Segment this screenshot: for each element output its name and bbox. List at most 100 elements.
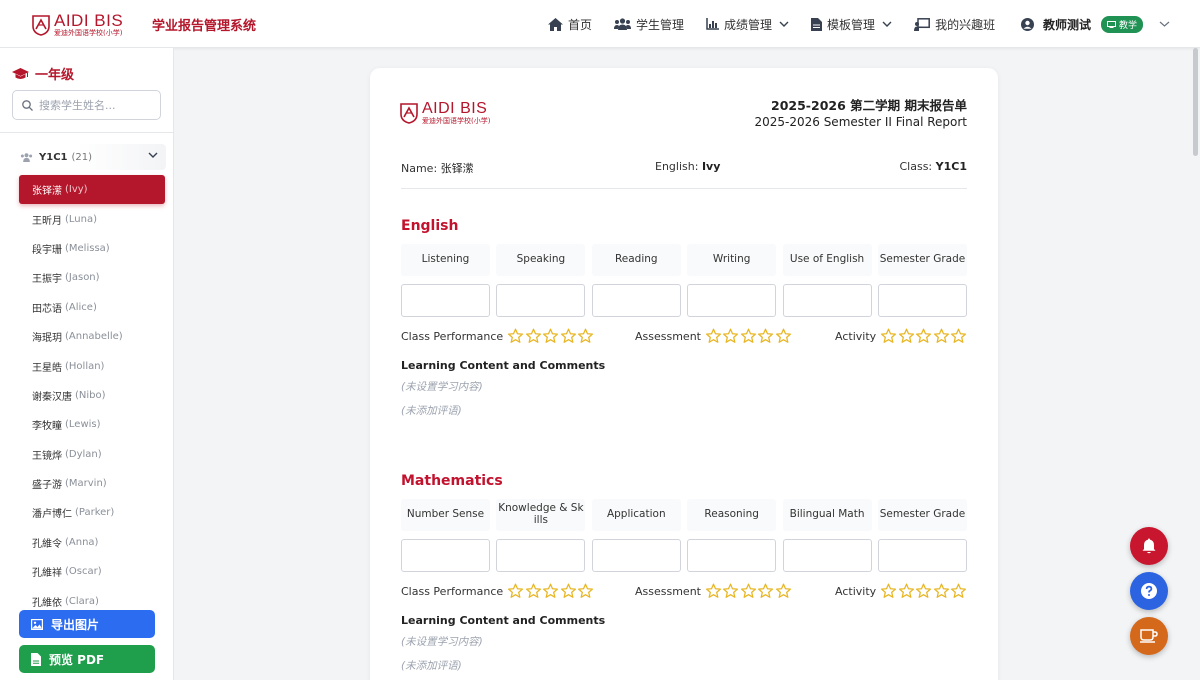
chart-icon [706, 18, 720, 30]
skill-score-box[interactable] [401, 284, 490, 317]
user-menu[interactable]: 教师测试 教学 [1021, 0, 1170, 48]
star-rating [705, 583, 793, 599]
student-sidebar: 一年级 Y1C1 (21) 张铎潆(Ivy)王昕月(Luna)段宇珊(Melis… [0, 48, 174, 680]
skill-score-box[interactable] [496, 284, 586, 317]
student-item[interactable]: 谢秦汉唐 (Nibo) [19, 381, 165, 410]
star-icon[interactable] [507, 583, 525, 599]
skill-score-box[interactable] [877, 284, 967, 317]
student-item[interactable]: 王镜烨 (Dylan) [19, 440, 165, 469]
star-icon[interactable] [915, 328, 933, 344]
student-item[interactable]: 田芯语 (Alice) [19, 293, 165, 322]
star-icon[interactable] [542, 328, 560, 344]
skill-score-box[interactable] [687, 539, 777, 572]
student-en-name: (Oscar) [65, 566, 102, 578]
star-icon[interactable] [915, 583, 933, 599]
student-item[interactable]: 段宇珊 (Melissa) [19, 234, 165, 263]
star-icon[interactable] [705, 328, 723, 344]
chalkboard-icon [914, 17, 931, 31]
star-icon[interactable] [775, 583, 793, 599]
skill-score-row [401, 539, 967, 572]
nav-scores[interactable]: 成绩管理 [706, 16, 789, 33]
class-name: Y1C1 [39, 151, 68, 163]
star-icon[interactable] [560, 328, 578, 344]
star-icon[interactable] [740, 328, 758, 344]
skill-score-box[interactable] [401, 539, 490, 572]
star-icon[interactable] [880, 583, 898, 599]
skill-score-box[interactable] [782, 284, 872, 317]
skill-header: Semester Grade [877, 499, 967, 531]
star-icon[interactable] [507, 328, 525, 344]
star-icon[interactable] [525, 583, 543, 599]
student-item[interactable]: 王振宇 (Jason) [19, 263, 165, 292]
chevron-down-icon [148, 152, 158, 158]
help-button[interactable] [1130, 572, 1168, 610]
student-list: 张铎潆 (Ivy) 王昕月 (Luna) 段宇珊 (Melissa) 王振宇 (Jason) 田… [19, 175, 165, 616]
student-search-input[interactable] [39, 98, 149, 112]
preview-pdf-button[interactable]: 预览 PDF [19, 645, 155, 673]
student-item[interactable]: 李牧瞳 (Lewis) [19, 410, 165, 439]
star-icon[interactable] [880, 328, 898, 344]
skill-score-box[interactable] [877, 539, 967, 572]
student-item[interactable]: 王昕月 (Luna) [19, 204, 165, 233]
skill-score-box[interactable] [591, 284, 681, 317]
student-en-name: (Melissa) [65, 242, 110, 254]
english-value: Ivy [701, 160, 721, 173]
student-en-name: (Annabelle) [65, 331, 123, 343]
student-item[interactable]: 海珉玥 (Annabelle) [19, 322, 165, 351]
rating-group: Activity [835, 328, 968, 344]
star-icon[interactable] [757, 328, 775, 344]
notifications-button[interactable] [1130, 527, 1168, 565]
comments-title: Learning Content and Comments [401, 359, 606, 372]
star-icon[interactable] [525, 328, 543, 344]
bell-icon [1142, 538, 1156, 554]
logo-subtitle: 爱迪外国语学校(小学) [54, 29, 123, 37]
star-icon[interactable] [542, 583, 560, 599]
report-title-en: 2025-2026 Semester II Final Report [754, 115, 967, 129]
star-icon[interactable] [705, 583, 723, 599]
star-icon[interactable] [722, 583, 740, 599]
star-icon[interactable] [757, 583, 775, 599]
skill-header: Writing [687, 244, 777, 276]
star-icon[interactable] [950, 328, 968, 344]
star-icon[interactable] [775, 328, 793, 344]
nav-home[interactable]: 首页 [548, 16, 592, 33]
school-logo[interactable]: AIDI BIS 爱迪外国语学校(小学) [32, 12, 123, 37]
star-icon[interactable] [577, 328, 595, 344]
star-icon[interactable] [898, 328, 916, 344]
report-logo: AIDI BIS 爱迪外国语学校(小学) [400, 101, 490, 125]
student-item[interactable]: 孔維令 (Anna) [19, 528, 165, 557]
coffee-button[interactable] [1130, 617, 1168, 655]
student-search-box[interactable] [12, 90, 161, 120]
skill-header: Application [591, 499, 681, 531]
skill-score-box[interactable] [496, 539, 586, 572]
student-item[interactable]: 潘卢博仁 (Parker) [19, 498, 165, 527]
skill-score-box[interactable] [591, 539, 681, 572]
star-icon[interactable] [933, 583, 951, 599]
star-icon[interactable] [898, 583, 916, 599]
nav-interest-classes[interactable]: 我的兴趣班 [914, 16, 995, 33]
student-item[interactable]: 孔維祥 (Oscar) [19, 557, 165, 586]
nav-templates[interactable]: 模板管理 [811, 16, 892, 33]
skill-score-row [401, 284, 967, 317]
skill-score-box[interactable] [687, 284, 777, 317]
report-logo-subtitle: 爱迪外国语学校(小学) [422, 117, 491, 125]
class-group-y1c1[interactable]: Y1C1 (21) [16, 144, 166, 170]
export-image-button[interactable]: 导出图片 [19, 610, 155, 638]
student-item[interactable]: 张铎潆 (Ivy) [19, 175, 165, 205]
star-icon[interactable] [560, 583, 578, 599]
nav-templates-label: 模板管理 [827, 17, 876, 32]
star-icon[interactable] [577, 583, 595, 599]
student-item[interactable]: 盛子游 (Marvin) [19, 469, 165, 498]
skill-score-box[interactable] [782, 539, 872, 572]
page-scrollbar[interactable] [1193, 48, 1198, 156]
student-en-name: (Nibo) [75, 389, 106, 401]
student-cn-name: 王昕月 [32, 215, 62, 227]
student-en-name: (Luna) [65, 213, 98, 225]
star-icon[interactable] [722, 328, 740, 344]
coffee-icon [1140, 629, 1158, 643]
star-icon[interactable] [740, 583, 758, 599]
star-icon[interactable] [950, 583, 968, 599]
nav-students[interactable]: 学生管理 [614, 16, 684, 33]
student-item[interactable]: 王星皓 (Hollan) [19, 351, 165, 380]
star-icon[interactable] [933, 328, 951, 344]
